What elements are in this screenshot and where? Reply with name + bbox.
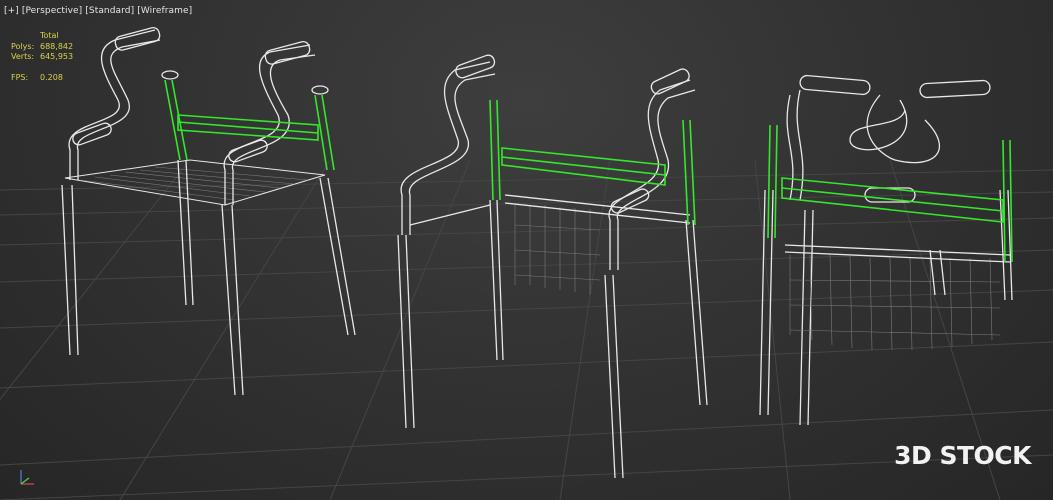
- chair-2-selected-rail[interactable]: [489, 99, 696, 226]
- chair-2-wireframe[interactable]: [397, 54, 708, 479]
- stats-header: Total: [40, 31, 59, 40]
- polys-label: Polys:: [11, 41, 35, 51]
- 3d-viewport[interactable]: [+] [Perspective] [Standard] [Wireframe]…: [0, 0, 1053, 500]
- viewport-shading-menu[interactable]: [Standard]: [85, 6, 134, 16]
- viewport-scene: [0, 26, 1053, 500]
- viewport-label-bar: [+] [Perspective] [Standard] [Wireframe]: [4, 6, 192, 16]
- viewport-menu-plus[interactable]: [+]: [4, 6, 19, 16]
- scene-statistics: Total Polys: 688,842 Verts: 645,953 FPS: 0.…: [11, 31, 73, 83]
- chair-3-wireframe[interactable]: [759, 74, 1013, 426]
- polys-value: 688,842: [40, 41, 74, 51]
- viewport-display-mode-menu[interactable]: [Wireframe]: [137, 6, 192, 16]
- watermark-logo: 3D STOCK: [894, 441, 1031, 470]
- xyz-axis-tripod-icon: [20, 470, 34, 485]
- verts-label: Verts:: [11, 52, 35, 61]
- fps-value: 0.208: [40, 72, 63, 82]
- verts-value: 645,953: [40, 52, 74, 61]
- viewport-view-menu[interactable]: [Perspective]: [22, 6, 82, 16]
- fps-label: FPS:: [11, 72, 29, 82]
